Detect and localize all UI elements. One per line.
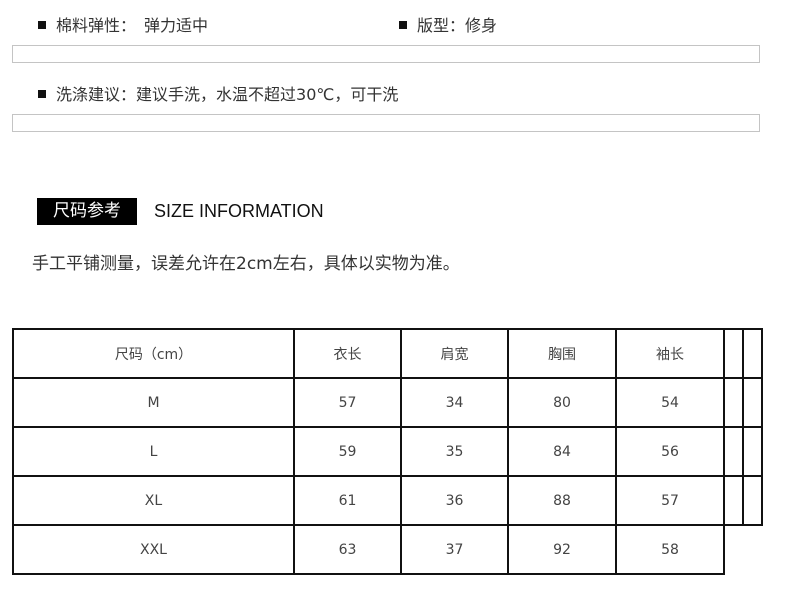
size-table: 尺码（cm） 衣长 肩宽 胸围 袖长 M 57 34 80 54 L 59 35… xyxy=(12,328,763,575)
table-cell: 36 xyxy=(400,475,509,526)
bullet-icon xyxy=(38,20,46,29)
table-row: XXL 63 37 92 58 xyxy=(12,524,762,575)
bullet-icon xyxy=(399,20,407,29)
empty-cell xyxy=(723,426,744,477)
empty-cell xyxy=(723,328,744,379)
empty-cell xyxy=(742,377,763,428)
table-cell: 37 xyxy=(400,524,509,575)
attribute-elasticity: 棉料弹性： 弹力适中 xyxy=(38,16,208,36)
table-cell: 88 xyxy=(507,475,617,526)
header-cell: 胸围 xyxy=(507,328,617,379)
attribute-value: 弹力适中 xyxy=(144,16,209,35)
attribute-label: 棉料弹性： xyxy=(56,16,137,35)
attribute-label: 版型： xyxy=(417,16,466,35)
empty-cell xyxy=(742,426,763,477)
attribute-fit: 版型：修身 xyxy=(399,16,497,36)
table-row: XL 61 36 88 57 xyxy=(12,475,763,526)
table-cell: 54 xyxy=(615,377,725,428)
table-cell: 84 xyxy=(507,426,617,477)
empty-cell xyxy=(742,475,763,526)
attribute-label: 洗涤建议： xyxy=(56,85,137,104)
table-cell: 34 xyxy=(400,377,509,428)
empty-space xyxy=(743,525,762,574)
header-cell: 衣长 xyxy=(293,328,402,379)
divider-box xyxy=(12,45,760,63)
table-cell: 61 xyxy=(293,475,402,526)
table-cell: 57 xyxy=(615,475,725,526)
empty-space xyxy=(724,525,743,574)
table-header-row: 尺码（cm） 衣长 肩宽 胸围 袖长 xyxy=(12,328,763,379)
attribute-value: 建议手洗，水温不超过30℃，可干洗 xyxy=(136,85,399,104)
table-cell: 35 xyxy=(400,426,509,477)
measurement-note: 手工平铺测量，误差允许在2cm左右，具体以实物为准。 xyxy=(32,254,460,274)
table-cell: XL xyxy=(12,475,295,526)
attribute-value: 修身 xyxy=(465,16,498,35)
table-row: M 57 34 80 54 xyxy=(12,377,763,428)
empty-cell xyxy=(723,377,744,428)
table-cell: 92 xyxy=(507,524,617,575)
table-cell: 63 xyxy=(293,524,402,575)
table-cell: L xyxy=(12,426,295,477)
header-cell: 肩宽 xyxy=(400,328,509,379)
bullet-icon xyxy=(38,89,46,98)
table-row: L 59 35 84 56 xyxy=(12,426,763,477)
attribute-washing: 洗涤建议：建议手洗，水温不超过30℃，可干洗 xyxy=(38,85,398,105)
table-cell: 56 xyxy=(615,426,725,477)
empty-cell xyxy=(742,328,763,379)
table-cell: 59 xyxy=(293,426,402,477)
table-cell: 80 xyxy=(507,377,617,428)
table-cell: M xyxy=(12,377,295,428)
table-cell: 58 xyxy=(615,524,725,575)
header-cell: 袖长 xyxy=(615,328,725,379)
table-cell: XXL xyxy=(12,524,295,575)
table-cell: 57 xyxy=(293,377,402,428)
empty-cell xyxy=(723,475,744,526)
header-cell: 尺码（cm） xyxy=(12,328,295,379)
size-tag: 尺码参考 xyxy=(37,198,137,225)
divider-box xyxy=(12,114,760,132)
size-title: SIZE INFORMATION xyxy=(154,201,324,221)
